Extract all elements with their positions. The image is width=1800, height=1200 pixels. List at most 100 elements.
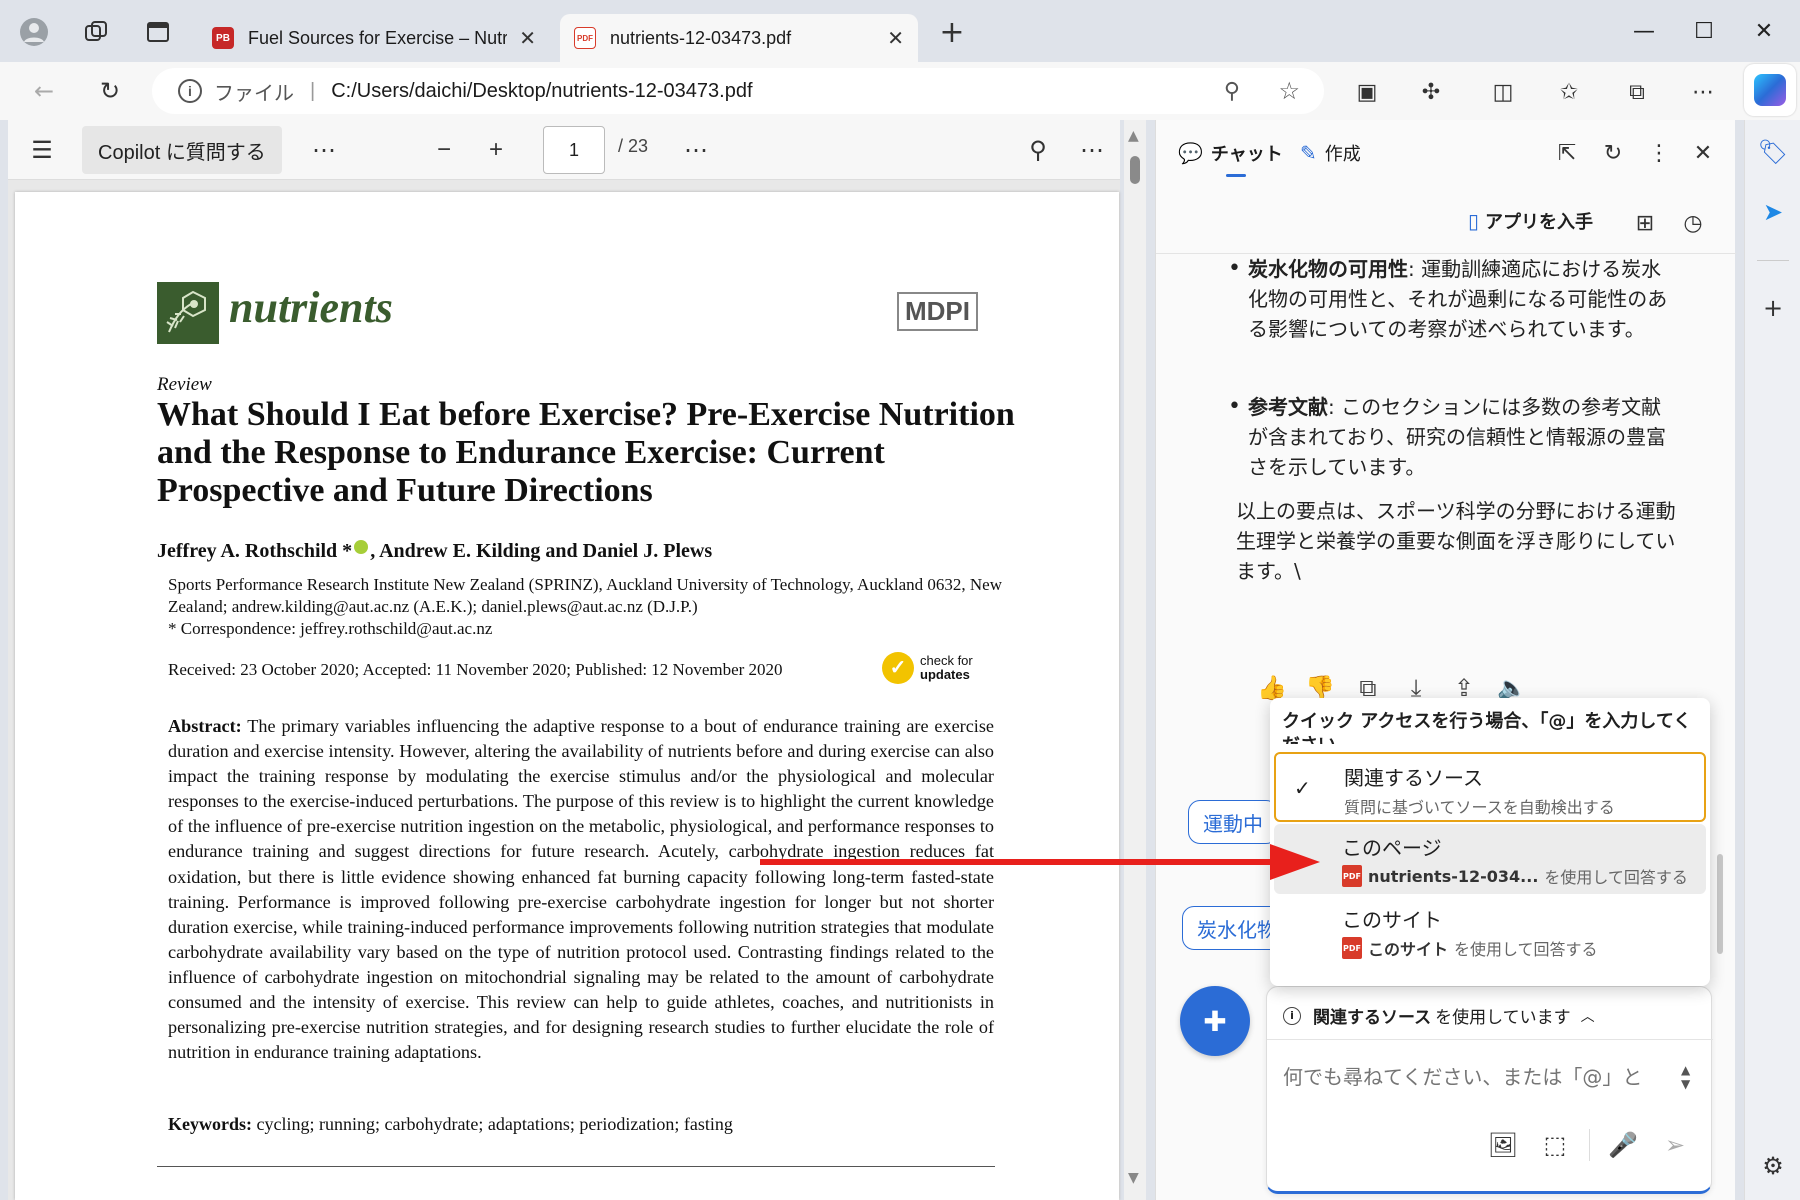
copilot-logo-icon bbox=[1754, 74, 1786, 106]
zoom-in-button[interactable]: + bbox=[480, 134, 512, 166]
minimize-button[interactable]: — bbox=[1614, 12, 1674, 50]
tab-pdf[interactable]: PDF nutrients-12-03473.pdf ✕ bbox=[560, 14, 918, 62]
favorites-icon[interactable]: ✩ bbox=[1552, 76, 1586, 108]
more-options-icon[interactable]: ⋯ bbox=[308, 134, 340, 166]
scroll-thumb[interactable] bbox=[1130, 156, 1140, 184]
chat-icon: 💬 bbox=[1178, 141, 1203, 165]
zoom-out-button[interactable]: − bbox=[428, 134, 460, 166]
abstract-label: Abstract: bbox=[168, 716, 242, 736]
affiliation-line: Sports Performance Research Institute Ne… bbox=[168, 575, 1002, 616]
author-rest: , Andrew E. Kilding and Daniel J. Plews bbox=[370, 540, 713, 562]
profile-icon[interactable] bbox=[16, 14, 52, 50]
tab-fuel-sources[interactable]: PB Fuel Sources for Exercise – Nutrit ✕ bbox=[198, 14, 550, 62]
source-status-text: を使用しています bbox=[1435, 1008, 1571, 1028]
ask-copilot-button[interactable]: Copilot に質問する bbox=[82, 126, 282, 174]
workspaces-icon[interactable] bbox=[78, 14, 114, 50]
send-icon[interactable]: ➢ bbox=[1657, 1127, 1693, 1163]
tab-chat[interactable]: 💬 チャット bbox=[1178, 140, 1283, 177]
chevron-up-icon[interactable]: ︿ bbox=[1581, 1006, 1595, 1026]
compose-icon: ✎ bbox=[1300, 141, 1317, 165]
close-window-button[interactable]: ✕ bbox=[1734, 12, 1794, 50]
copilot-button[interactable] bbox=[1744, 64, 1796, 116]
split-screen-icon[interactable]: ◫ bbox=[1486, 76, 1520, 108]
info-icon[interactable]: i bbox=[178, 79, 202, 103]
more-menu-icon[interactable]: ⋯ bbox=[1686, 76, 1720, 108]
pdf-page: nutrients MDPI Review What Should I Eat … bbox=[15, 192, 1119, 1200]
quick-access-popup: クイック アクセスを行う場合、「@」を入力してください ✓ 関連するソース 質問… bbox=[1270, 698, 1710, 986]
address-scheme: ファイル bbox=[214, 82, 294, 105]
sidebar-subheader: ▯ アプリを入手 ⊞ ◷ bbox=[1156, 194, 1736, 254]
new-topic-button[interactable]: ✚ bbox=[1180, 986, 1250, 1056]
close-sidebar-icon[interactable]: ✕ bbox=[1688, 138, 1718, 168]
new-tab-button[interactable]: + bbox=[934, 14, 970, 50]
collections-icon[interactable]: ⧉ bbox=[1620, 76, 1654, 108]
suggestion-chip[interactable]: 運動中 bbox=[1188, 800, 1278, 844]
table-of-contents-icon[interactable]: ☰ bbox=[26, 134, 58, 166]
page-number-input[interactable]: 1 bbox=[543, 126, 605, 174]
telegram-icon[interactable]: ➤ bbox=[1755, 194, 1791, 230]
source-option-related[interactable]: ✓ 関連するソース 質問に基づいてソースを自動検出する bbox=[1274, 752, 1706, 822]
vertical-tabs-icon[interactable] bbox=[140, 14, 176, 50]
get-app-button[interactable]: ▯ アプリを入手 bbox=[1468, 208, 1593, 234]
popup-hint: クイック アクセスを行う場合、「@」を入力してください bbox=[1282, 711, 1692, 744]
tag-icon[interactable]: 🏷 bbox=[1755, 134, 1791, 170]
search-icon[interactable]: ⚲ bbox=[1022, 134, 1054, 166]
close-tab-icon[interactable]: ✕ bbox=[887, 26, 904, 51]
address-separator: | bbox=[310, 79, 316, 102]
author-first: Jeffrey A. Rothschild * bbox=[157, 540, 353, 562]
publisher-logo: MDPI bbox=[897, 292, 978, 331]
source-status[interactable]: i 関連するソース を使用しています ︿ bbox=[1283, 1003, 1595, 1028]
sidebar-scrollbar[interactable] bbox=[1717, 854, 1723, 954]
orcid-icon[interactable] bbox=[354, 540, 369, 554]
chat-input[interactable] bbox=[1283, 1057, 1663, 1097]
tab-compose-label: 作成 bbox=[1324, 144, 1361, 165]
option-desc-site: このサイト bbox=[1368, 940, 1449, 959]
add-app-icon[interactable]: + bbox=[1755, 290, 1791, 326]
sidebar-header: 💬 チャット ✎ 作成 ⇱ ↻ ⋮ ✕ bbox=[1156, 120, 1736, 182]
maximize-button[interactable]: ☐ bbox=[1674, 12, 1734, 50]
source-option-this-page[interactable]: このページ PDF nutrients-12-034... を使用して回答する bbox=[1274, 824, 1706, 894]
open-in-new-icon[interactable]: ⇱ bbox=[1552, 138, 1582, 168]
history-icon[interactable]: ◷ bbox=[1678, 208, 1708, 238]
more-options-icon[interactable]: ⋮ bbox=[1644, 138, 1674, 168]
add-image-icon[interactable]: 🖼 bbox=[1485, 1127, 1521, 1163]
refresh-chat-icon[interactable]: ↻ bbox=[1598, 138, 1628, 168]
source-status-name: 関連するソース bbox=[1313, 1008, 1432, 1028]
extensions-puzzle-icon[interactable]: ✣ bbox=[1414, 76, 1448, 108]
response-summary: 以上の要点は、スポーツ科学の分野における運動生理学と栄養学の重要な側面を浮き彫り… bbox=[1236, 499, 1676, 583]
close-tab-icon[interactable]: ✕ bbox=[519, 26, 536, 51]
option-label: このページ bbox=[1342, 836, 1442, 860]
tab-chat-label: チャット bbox=[1210, 144, 1283, 165]
check-icon: ✓ bbox=[882, 652, 914, 684]
pdf-scrollbar[interactable]: ▲ ▼ bbox=[1124, 120, 1146, 1200]
address-bar[interactable]: i ファイル | C:/Users/daichi/Desktop/nutrien… bbox=[152, 68, 1324, 114]
scroll-up-icon[interactable]: ▲ bbox=[1128, 128, 1139, 144]
source-option-this-site[interactable]: このサイト PDF このサイト を使用して回答する bbox=[1274, 896, 1706, 966]
tab-favicon-icon: PB bbox=[212, 27, 234, 49]
extension-icon[interactable]: ▣ bbox=[1350, 76, 1384, 108]
zoom-icon[interactable]: ⚲ bbox=[1224, 78, 1240, 104]
option-desc-file: nutrients-12-034... bbox=[1368, 866, 1539, 886]
settings-icon[interactable]: ⚙ bbox=[1755, 1148, 1791, 1184]
option-desc: PDF このサイト を使用して回答する bbox=[1342, 936, 1598, 960]
favorite-star-icon[interactable]: ☆ bbox=[1278, 77, 1300, 106]
microphone-icon[interactable]: 🎤 bbox=[1605, 1127, 1641, 1163]
check-updates-line2: updates bbox=[920, 667, 970, 682]
back-button[interactable]: ← bbox=[24, 72, 64, 110]
keywords-text: cycling; running; carbohydrate; adaptati… bbox=[256, 1114, 733, 1134]
tab-compose[interactable]: ✎ 作成 bbox=[1300, 140, 1361, 166]
check-icon: ✓ bbox=[1294, 776, 1311, 800]
option-desc-text: を使用して回答する bbox=[1544, 868, 1688, 887]
input-scroll-stepper[interactable]: ▲ ▼ bbox=[1681, 1063, 1690, 1091]
refresh-button[interactable]: ↻ bbox=[90, 72, 130, 110]
check-for-updates-badge[interactable]: ✓ check for updates bbox=[882, 652, 973, 684]
tab-title: nutrients-12-03473.pdf bbox=[610, 27, 792, 48]
scroll-down-icon[interactable]: ▼ bbox=[1128, 1170, 1139, 1186]
composer-divider bbox=[1267, 1039, 1713, 1040]
settings-more-icon[interactable]: ⋯ bbox=[1076, 134, 1108, 166]
screenshot-icon[interactable]: ⬚ bbox=[1537, 1127, 1573, 1163]
option-desc: PDF nutrients-12-034... を使用して回答する bbox=[1342, 864, 1688, 888]
keywords-label: Keywords: bbox=[168, 1114, 252, 1134]
plugins-icon[interactable]: ⊞ bbox=[1630, 208, 1660, 238]
more-options-icon[interactable]: ⋯ bbox=[680, 134, 712, 166]
